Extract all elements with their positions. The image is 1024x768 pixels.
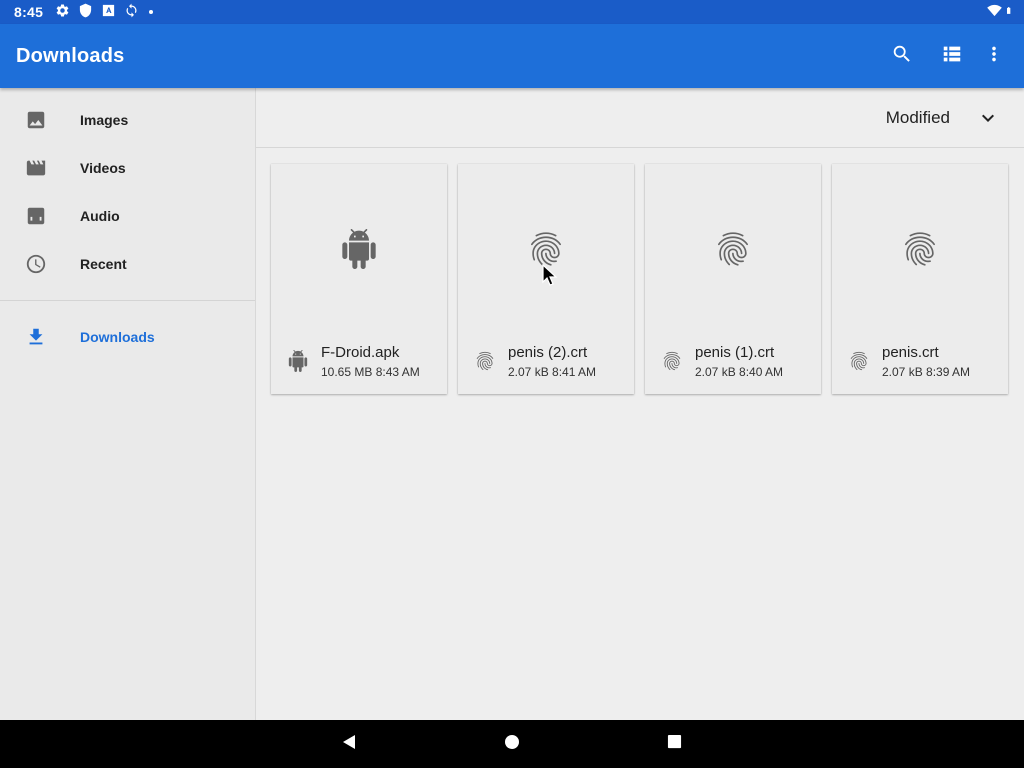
status-icons bbox=[55, 3, 154, 21]
download-icon bbox=[24, 325, 48, 349]
home-icon bbox=[504, 734, 520, 755]
main-content: Modified F-Droid.apk 10.65 MB 8:43 AM pe… bbox=[256, 88, 1024, 720]
status-time: 8:45 bbox=[14, 4, 44, 20]
movie-icon bbox=[24, 156, 48, 180]
sidebar-item-label: Videos bbox=[80, 160, 126, 176]
shield-icon bbox=[78, 3, 93, 21]
file-info: penis.crt 2.07 kB 8:39 AM bbox=[832, 338, 1008, 394]
fingerprint-icon bbox=[848, 350, 870, 372]
home-button[interactable] bbox=[500, 732, 524, 756]
sidebar-item-recent[interactable]: Recent bbox=[0, 240, 255, 288]
file-name: penis (2).crt bbox=[508, 344, 588, 361]
file-name: penis (1).crt bbox=[695, 344, 775, 361]
file-info: penis (1).crt 2.07 kB 8:40 AM bbox=[645, 338, 821, 394]
sort-bar: Modified bbox=[256, 88, 1024, 148]
android-icon bbox=[339, 229, 379, 274]
file-thumbnail bbox=[271, 164, 447, 338]
dot-icon bbox=[149, 10, 154, 14]
file-name: F-Droid.apk bbox=[321, 344, 400, 361]
sidebar-item-videos[interactable]: Videos bbox=[0, 144, 255, 192]
file-meta: 2.07 kB 8:41 AM bbox=[508, 365, 597, 379]
sidebar-item-label: Audio bbox=[80, 208, 120, 224]
file-thumbnail bbox=[832, 164, 1008, 338]
recents-button[interactable] bbox=[662, 732, 686, 756]
sidebar-divider bbox=[0, 300, 255, 301]
file-card[interactable]: F-Droid.apk 10.65 MB 8:43 AM bbox=[271, 164, 447, 394]
file-meta: 2.07 kB 8:39 AM bbox=[882, 365, 971, 379]
screen: 8:45 Downloads Images Videos Audio Recen… bbox=[0, 0, 1024, 768]
file-card[interactable]: penis.crt 2.07 kB 8:39 AM bbox=[832, 164, 1008, 394]
mouse-cursor-icon bbox=[542, 263, 558, 288]
sidebar: Images Videos Audio Recent Downloads bbox=[0, 88, 256, 720]
file-grid: F-Droid.apk 10.65 MB 8:43 AM penis (2).c… bbox=[271, 164, 1008, 394]
fingerprint-icon bbox=[474, 350, 496, 372]
system-nav-bar bbox=[0, 720, 1024, 768]
file-meta: 10.65 MB 8:43 AM bbox=[321, 365, 420, 379]
sidebar-item-downloads[interactable]: Downloads bbox=[0, 313, 255, 361]
file-thumbnail bbox=[458, 164, 634, 338]
sidebar-item-label: Downloads bbox=[80, 329, 155, 345]
battery-icon bbox=[1006, 3, 1014, 21]
back-icon bbox=[341, 734, 357, 755]
fingerprint-icon bbox=[713, 229, 753, 274]
sidebar-item-label: Recent bbox=[80, 256, 127, 272]
file-thumbnail bbox=[645, 164, 821, 338]
recents-icon bbox=[667, 734, 682, 754]
chevron-down-icon[interactable] bbox=[976, 106, 1000, 130]
search-icon bbox=[891, 43, 913, 70]
back-button[interactable] bbox=[337, 732, 361, 756]
a-icon bbox=[101, 3, 116, 21]
image-icon bbox=[24, 108, 48, 132]
more-options-button[interactable] bbox=[970, 32, 1018, 80]
settings-icon bbox=[55, 3, 70, 21]
file-meta: 2.07 kB 8:40 AM bbox=[695, 365, 784, 379]
file-card[interactable]: penis (1).crt 2.07 kB 8:40 AM bbox=[645, 164, 821, 394]
file-name: penis.crt bbox=[882, 344, 939, 361]
app-bar: Downloads bbox=[0, 24, 1024, 88]
sidebar-item-label: Images bbox=[80, 112, 129, 128]
app-bar-actions bbox=[878, 24, 1024, 88]
list-view-button[interactable] bbox=[928, 32, 976, 80]
search-button[interactable] bbox=[878, 32, 926, 80]
headphones-icon bbox=[24, 204, 48, 228]
sidebar-item-audio[interactable]: Audio bbox=[0, 192, 255, 240]
fingerprint-icon bbox=[661, 350, 683, 372]
status-bar: 8:45 bbox=[0, 0, 1024, 24]
app-bar-title: Downloads bbox=[16, 44, 125, 67]
android-icon bbox=[287, 350, 309, 372]
clock-icon bbox=[24, 252, 48, 276]
status-right-icons bbox=[987, 3, 1014, 21]
list-view-icon bbox=[941, 43, 963, 70]
more-vert-icon bbox=[983, 43, 1005, 70]
sidebar-item-images[interactable]: Images bbox=[0, 96, 255, 144]
fingerprint-icon bbox=[900, 229, 940, 274]
wifi-icon bbox=[987, 3, 1002, 21]
sync-icon bbox=[124, 3, 139, 21]
sort-label[interactable]: Modified bbox=[886, 108, 950, 128]
file-info: penis (2).crt 2.07 kB 8:41 AM bbox=[458, 338, 634, 394]
file-info: F-Droid.apk 10.65 MB 8:43 AM bbox=[271, 338, 447, 394]
sidebar-roots: Images Videos Audio Recent bbox=[0, 88, 255, 288]
